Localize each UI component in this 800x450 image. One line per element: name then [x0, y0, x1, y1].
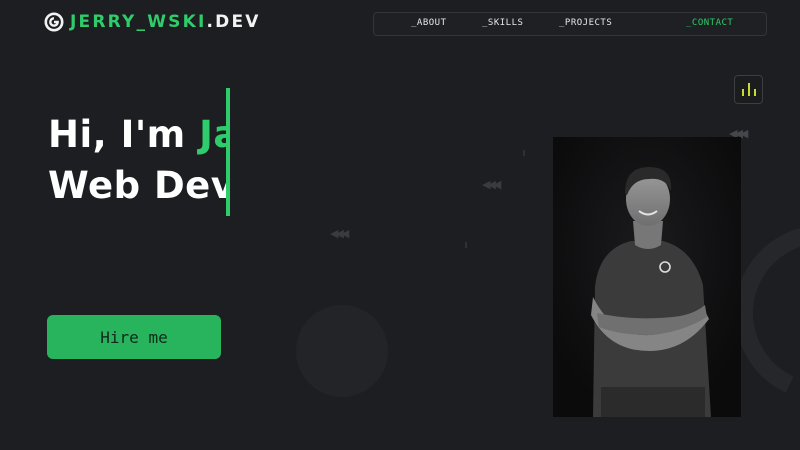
- nav-about-link[interactable]: _ABOUT: [411, 18, 447, 28]
- hero-name-typed: Ja: [199, 113, 226, 156]
- logo-wordmark: JERRY_WSKI.DEV: [70, 12, 261, 32]
- typing-cursor: [226, 88, 230, 216]
- background-circle-decoration: [296, 305, 388, 397]
- hire-me-button[interactable]: Hire me: [47, 315, 221, 359]
- g-logo-icon: [44, 12, 64, 32]
- nav-projects-link[interactable]: _PROJECTS: [559, 18, 612, 28]
- tick-decoration: [523, 150, 525, 156]
- profile-photo: [553, 137, 741, 417]
- hero-greeting: Hi, I'm Ja: [48, 113, 226, 156]
- top-navigation: _ABOUT _SKILLS _PROJECTS _CONTACT: [373, 12, 767, 36]
- person-portrait-image: [553, 137, 741, 417]
- tick-decoration: [465, 242, 467, 248]
- chevrons-left-decoration: ◀◀◀: [330, 227, 349, 240]
- site-logo[interactable]: JERRY_WSKI.DEV: [44, 12, 261, 32]
- hero-role: Web Dev: [48, 164, 226, 207]
- nav-skills-link[interactable]: _SKILLS: [482, 18, 523, 28]
- sound-toggle-button[interactable]: [734, 75, 763, 104]
- nav-contact-link[interactable]: _CONTACT: [686, 18, 733, 28]
- chevrons-left-decoration: ◀◀◀: [482, 178, 501, 191]
